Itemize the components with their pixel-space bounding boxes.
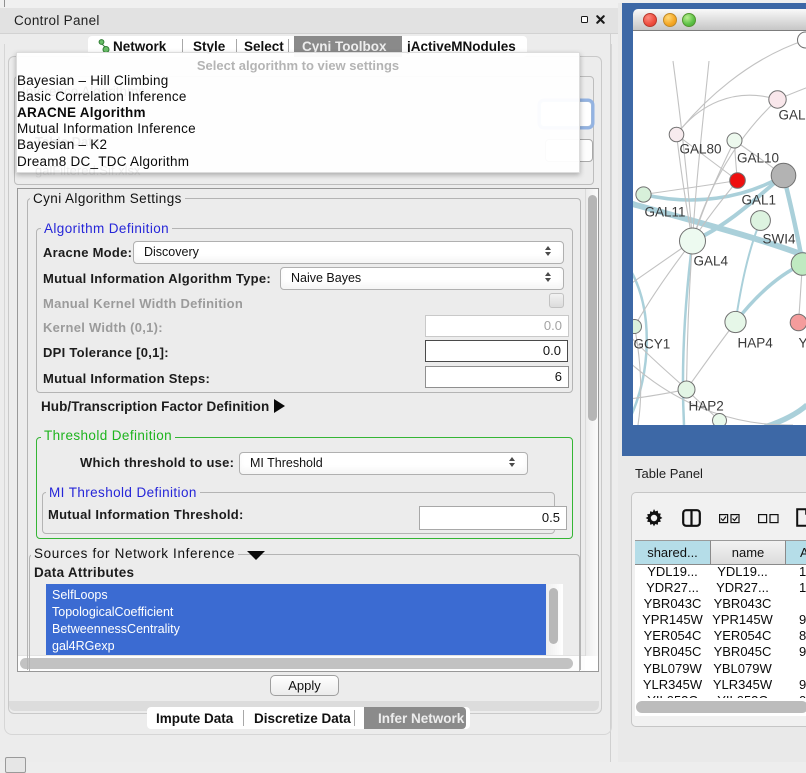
svg-text:GAL1: GAL1 bbox=[742, 193, 777, 208]
svg-text:GAL4: GAL4 bbox=[694, 254, 729, 269]
svg-text:Y: Y bbox=[799, 336, 806, 351]
svg-text:GAL11: GAL11 bbox=[645, 205, 686, 220]
svg-text:GAL2: GAL2 bbox=[779, 108, 806, 123]
svg-text:GAL80: GAL80 bbox=[680, 142, 722, 157]
svg-text:HAP2: HAP2 bbox=[689, 399, 724, 414]
svg-text:GCY1: GCY1 bbox=[634, 337, 671, 352]
svg-text:SWI4: SWI4 bbox=[763, 232, 796, 247]
svg-text:GAL10: GAL10 bbox=[737, 151, 779, 166]
svg-text:HAP4: HAP4 bbox=[738, 336, 774, 351]
